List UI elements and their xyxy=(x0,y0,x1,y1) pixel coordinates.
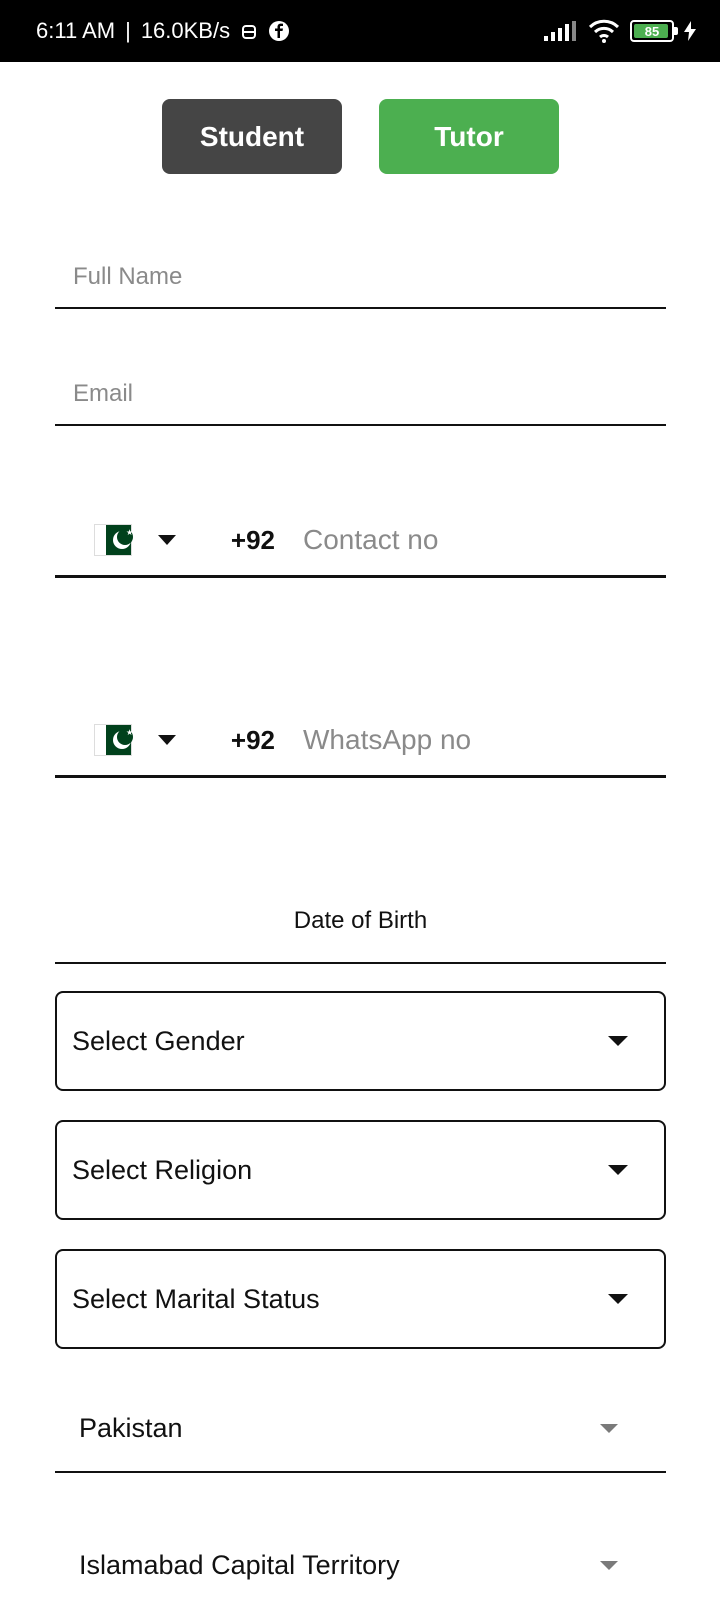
status-time: 6:11 AM xyxy=(36,18,116,43)
status-bar: 6:11 AM | 16.0KB/s 85 xyxy=(0,0,720,62)
date-of-birth-field[interactable]: Date of Birth xyxy=(55,880,666,964)
country-code-dropdown-icon[interactable] xyxy=(157,535,176,545)
whatsapp-phone-field: ★ +92 xyxy=(55,704,666,778)
religion-dropdown[interactable]: Select Religion xyxy=(55,1120,666,1220)
status-right: 85 xyxy=(544,0,696,62)
whatsapp-input[interactable] xyxy=(301,704,666,776)
status-separator: | xyxy=(125,18,131,43)
email-field xyxy=(55,364,684,426)
contact-phone-field: ★ +92 xyxy=(55,504,666,578)
charging-icon xyxy=(684,21,696,41)
country-code-dropdown-icon[interactable] xyxy=(157,735,176,745)
contact-input[interactable] xyxy=(301,504,666,576)
marital-status-dropdown[interactable]: Select Marital Status xyxy=(55,1249,666,1349)
religion-label: Select Religion xyxy=(72,1154,253,1185)
status-left: 6:11 AM | 16.0KB/s xyxy=(36,0,290,62)
province-label: Islamabad Capital Territory xyxy=(79,1549,400,1580)
chevron-down-icon xyxy=(608,1294,628,1304)
dial-code: +92 xyxy=(230,724,275,755)
wifi-icon xyxy=(588,19,620,43)
gender-label: Select Gender xyxy=(72,1025,245,1056)
marital-status-label: Select Marital Status xyxy=(72,1283,320,1314)
chevron-down-icon xyxy=(608,1165,628,1175)
chevron-down-icon xyxy=(608,1036,628,1046)
student-button[interactable]: Student xyxy=(162,99,342,174)
signal-icon xyxy=(544,21,576,41)
chevron-down-icon xyxy=(600,1560,618,1570)
dial-code: +92 xyxy=(230,524,275,555)
gender-dropdown[interactable]: Select Gender xyxy=(55,991,666,1091)
country-dropdown[interactable]: Pakistan xyxy=(55,1385,666,1473)
full-name-field xyxy=(55,247,684,309)
chevron-down-icon xyxy=(600,1423,618,1433)
pakistan-flag-icon[interactable]: ★ xyxy=(95,725,133,755)
battery-level: 85 xyxy=(644,23,660,39)
battery-icon: 85 xyxy=(630,20,678,42)
country-label: Pakistan xyxy=(79,1412,183,1443)
email-input[interactable] xyxy=(55,364,684,424)
facebook-icon xyxy=(269,21,290,41)
province-dropdown[interactable]: Islamabad Capital Territory xyxy=(55,1522,666,1608)
notification-icon xyxy=(242,25,257,39)
full-name-input[interactable] xyxy=(55,247,684,307)
tutor-button[interactable]: Tutor xyxy=(379,99,559,174)
pakistan-flag-icon[interactable]: ★ xyxy=(95,525,133,555)
network-speed: 16.0KB/s xyxy=(140,18,231,43)
